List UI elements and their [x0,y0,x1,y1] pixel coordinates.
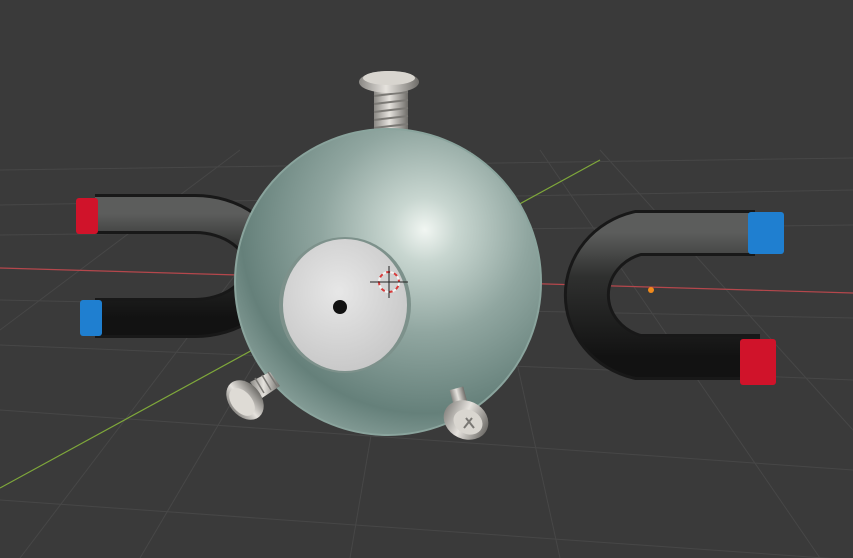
magnet-north-pole [740,339,776,385]
screw-top[interactable] [359,71,419,132]
magnet-south-pole [80,300,102,336]
magnet-south-pole [748,212,784,254]
screw-bottom-left[interactable] [219,371,280,427]
magnemite-eye[interactable] [279,237,411,373]
eye-pupil [333,300,347,314]
viewport-canvas[interactable] [0,0,853,558]
magnet-north-pole [76,198,98,234]
magnet-right[interactable] [563,210,784,385]
3d-viewport[interactable] [0,0,853,558]
object-origin-dot [648,287,654,293]
